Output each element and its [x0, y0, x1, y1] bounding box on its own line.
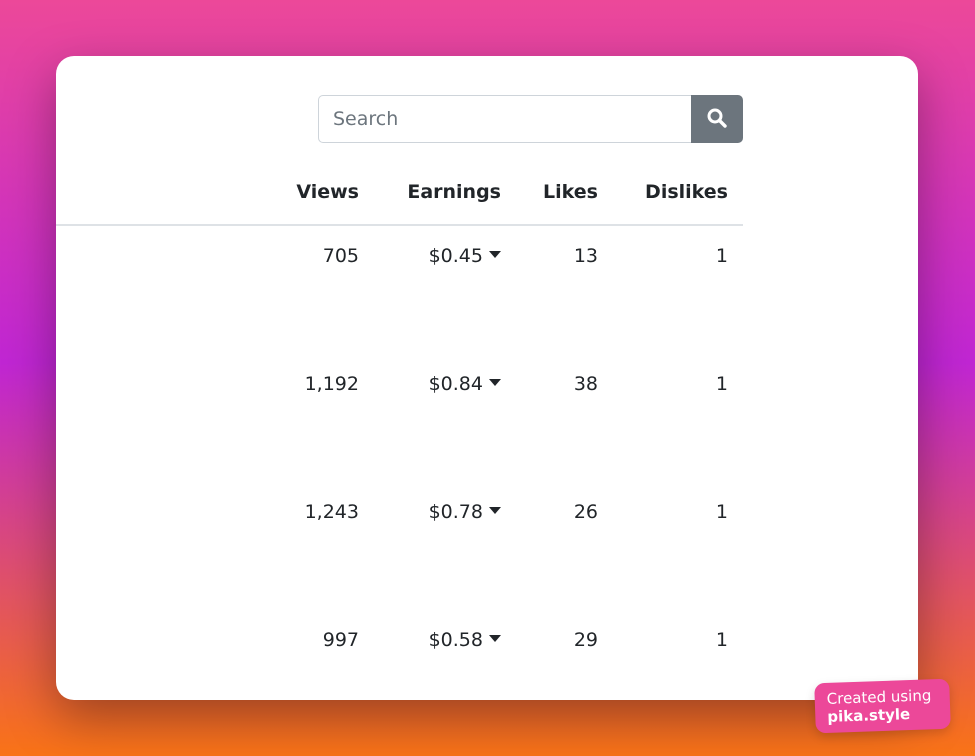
table-row: 705 $0.45 13 1 — [56, 226, 743, 354]
dislikes-cell: 1 — [715, 373, 728, 395]
table-row: 997 $0.58 29 1 — [56, 610, 743, 700]
header-earnings[interactable]: Earnings — [407, 181, 501, 203]
created-using-badge[interactable]: Created using pika.style — [814, 678, 951, 734]
views-cell: 705 — [322, 245, 359, 267]
likes-cell: 13 — [573, 245, 598, 267]
search-button[interactable] — [691, 95, 743, 143]
caret-down-icon[interactable] — [489, 251, 501, 258]
caret-down-icon[interactable] — [489, 379, 501, 386]
views-cell: 997 — [322, 629, 359, 651]
earnings-cell[interactable]: $0.58 — [429, 629, 501, 651]
earnings-value: $0.58 — [428, 629, 483, 651]
dislikes-cell: 1 — [715, 629, 728, 651]
table-header: Views Earnings Likes Dislikes — [56, 161, 743, 226]
caret-down-icon[interactable] — [489, 635, 501, 642]
earnings-value: $0.78 — [428, 501, 483, 523]
search-input[interactable] — [318, 95, 691, 143]
badge-caption: Created using — [826, 686, 932, 708]
content-card: Views Earnings Likes Dislikes 705 $0.45 … — [56, 56, 918, 700]
earnings-cell[interactable]: $0.45 — [429, 245, 501, 267]
stats-table: Views Earnings Likes Dislikes 705 $0.45 … — [56, 161, 743, 700]
likes-cell: 29 — [573, 629, 598, 651]
dislikes-cell: 1 — [715, 245, 728, 267]
earnings-cell[interactable]: $0.78 — [429, 501, 501, 523]
likes-cell: 26 — [573, 501, 598, 523]
earnings-value: $0.45 — [428, 245, 483, 267]
dislikes-cell: 1 — [715, 501, 728, 523]
likes-cell: 38 — [573, 373, 598, 395]
caret-down-icon[interactable] — [489, 507, 501, 514]
header-dislikes[interactable]: Dislikes — [645, 181, 728, 203]
search-group — [318, 95, 743, 143]
search-icon — [707, 108, 727, 131]
earnings-value: $0.84 — [428, 373, 483, 395]
views-cell: 1,243 — [304, 501, 359, 523]
table-row: 1,243 $0.78 26 1 — [56, 482, 743, 610]
badge-brand: pika.style — [827, 705, 911, 726]
views-cell: 1,192 — [304, 373, 359, 395]
header-likes[interactable]: Likes — [543, 181, 598, 203]
header-views[interactable]: Views — [296, 181, 359, 203]
table-row: 1,192 $0.84 38 1 — [56, 354, 743, 482]
earnings-cell[interactable]: $0.84 — [429, 373, 501, 395]
